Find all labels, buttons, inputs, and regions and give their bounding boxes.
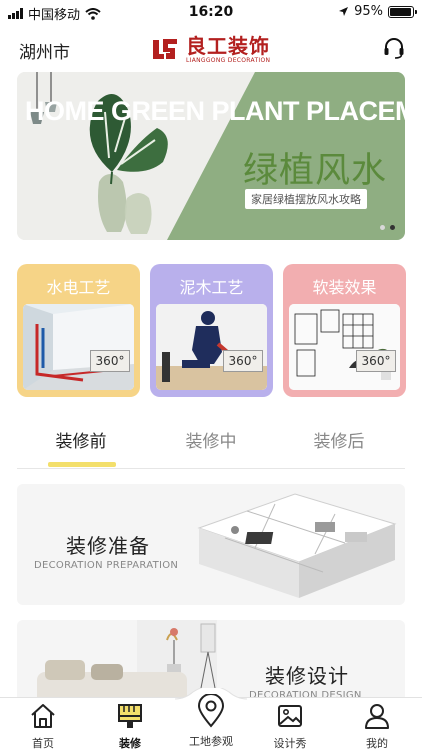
badge-360: 360° <box>356 350 396 372</box>
pagination-dot[interactable] <box>380 225 385 230</box>
bottom-nav: 首页 装修 工地参观 设计秀 我的 <box>0 688 422 750</box>
craft-card-soft-furnishing[interactable]: 软装效果 360° <box>283 264 406 397</box>
promo-banner[interactable]: HOME GREEN PLANT PLACEMENT 绿植风水 家居绿植摆放风水… <box>17 72 405 240</box>
tab-before[interactable]: 装修前 <box>31 427 131 452</box>
card-image: 360° <box>289 304 400 390</box>
card-image: 360° <box>23 304 134 390</box>
customer-service-icon[interactable] <box>382 36 406 60</box>
banner-subtitle: 家居绿植摆放风水攻略 <box>245 189 367 209</box>
logo-mark-icon <box>153 39 177 59</box>
app-header: 湖州市 良工装饰 LIANGGONG DECORATION <box>0 30 422 70</box>
nav-label: 首页 <box>32 737 54 750</box>
banner-title: 绿植风水 <box>243 151 388 191</box>
nav-home[interactable]: 首页 <box>8 702 78 750</box>
nav-label: 装修 <box>119 737 141 750</box>
paint-brush-icon <box>118 704 142 728</box>
tab-after[interactable]: 装修后 <box>289 427 389 452</box>
status-bar: 中国移动 16:20 95% <box>0 0 422 24</box>
location-arrow-icon <box>339 7 349 16</box>
banner-pagination[interactable] <box>380 225 395 230</box>
logo-en: LIANGGONG DECORATION <box>186 56 271 64</box>
tabs-divider <box>17 468 405 469</box>
floorplan-illustration <box>197 493 397 598</box>
section-title: 装修设计 <box>265 664 349 688</box>
nav-label: 设计秀 <box>273 737 307 750</box>
brand-logo: 良工装饰 LIANGGONG DECORATION <box>150 34 270 64</box>
nav-decoration[interactable]: 装修 <box>95 702 165 750</box>
pagination-dot-active[interactable] <box>390 225 395 230</box>
image-icon <box>278 705 302 727</box>
section-subtitle: DECORATION PREPARATION <box>34 560 179 571</box>
user-icon <box>365 704 389 729</box>
logo-text: 良工装饰 LIANGGONG DECORATION <box>186 35 270 64</box>
stage-tabs: 装修前 装修中 装修后 <box>0 420 422 468</box>
card-title: 泥木工艺 <box>179 278 244 297</box>
nav-profile[interactable]: 我的 <box>342 702 412 750</box>
active-tab-indicator <box>48 462 116 467</box>
card-image: 360° <box>156 304 267 390</box>
nav-site-visit[interactable]: 工地参观 <box>176 694 246 749</box>
logo-cn: 良工装饰 <box>186 33 270 58</box>
interior-illustration <box>289 304 400 390</box>
craft-card-plumbing[interactable]: 水电工艺 360° <box>17 264 140 397</box>
tab-during[interactable]: 装修中 <box>161 427 261 452</box>
plumbing-room-illustration <box>23 304 134 390</box>
worker-illustration <box>156 304 267 390</box>
battery-icon <box>388 5 417 18</box>
card-title: 水电工艺 <box>46 278 111 297</box>
nav-label: 我的 <box>366 737 388 750</box>
status-right: 95% <box>338 4 417 19</box>
section-title: 装修准备 <box>66 534 150 558</box>
battery-percent: 95% <box>354 4 383 19</box>
home-icon <box>31 704 55 728</box>
craft-card-masonry[interactable]: 泥木工艺 360° <box>150 264 273 397</box>
location-pin-icon <box>197 694 225 728</box>
section-preparation[interactable]: 装修准备 DECORATION PREPARATION <box>17 484 405 605</box>
city-selector[interactable]: 湖州市 <box>19 38 70 63</box>
badge-360: 360° <box>90 350 130 372</box>
nav-design-show[interactable]: 设计秀 <box>255 702 325 750</box>
badge-360: 360° <box>223 350 263 372</box>
card-title: 软装效果 <box>312 278 377 297</box>
banner-english-title: HOME GREEN PLANT PLACEMENT <box>25 96 405 126</box>
nav-label: 工地参观 <box>189 735 233 748</box>
